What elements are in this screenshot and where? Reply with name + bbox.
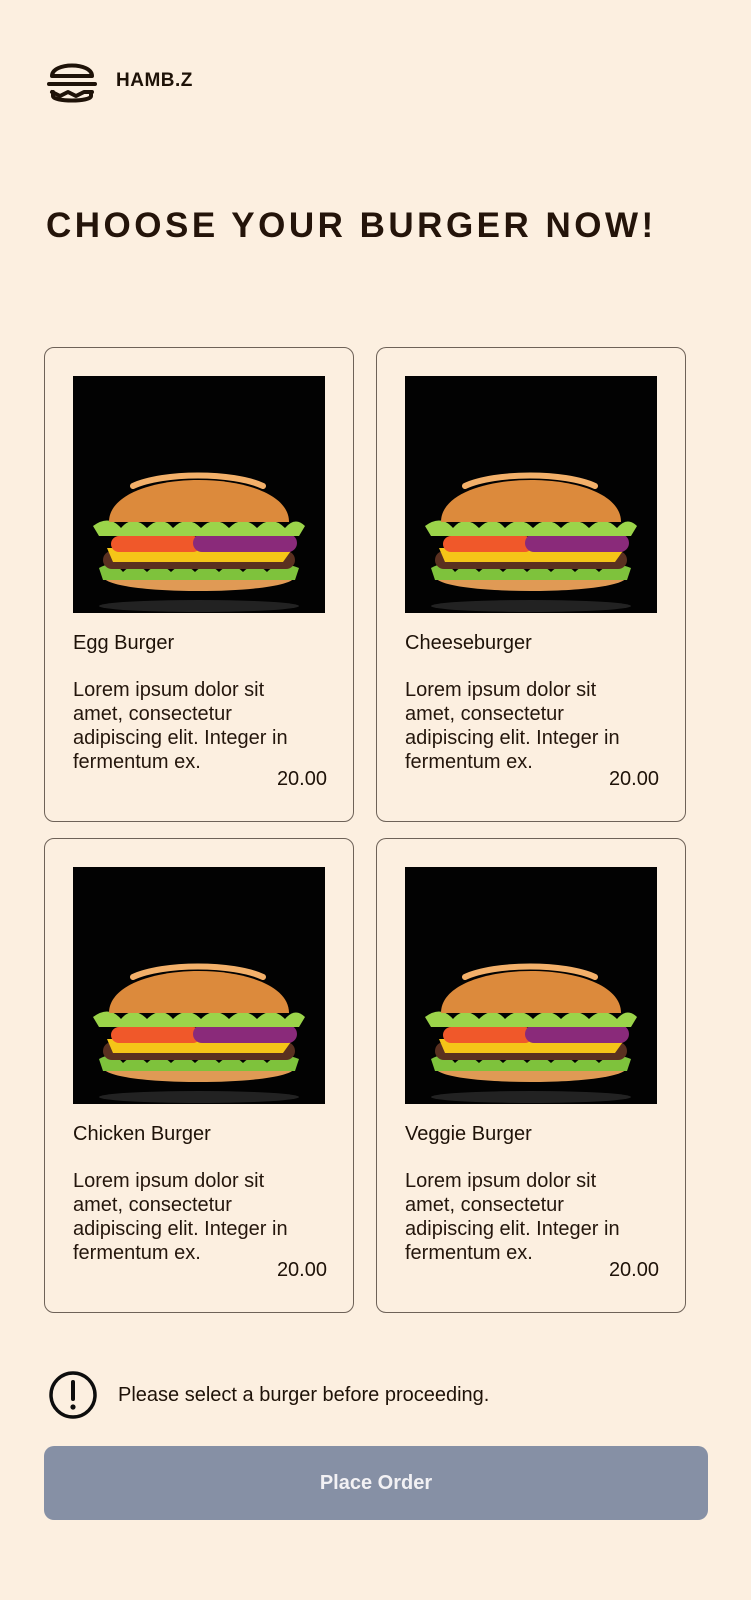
burger-price: 20.00: [608, 1259, 659, 1281]
burger-grid: Egg Burger Lorem ipsum dolor sit amet, c…: [44, 347, 686, 1313]
place-order-button[interactable]: Place Order: [44, 1446, 708, 1520]
burger-card-veggie[interactable]: Veggie Burger Lorem ipsum dolor sit amet…: [376, 838, 686, 1313]
burger-description: Lorem ipsum dolor sit amet, consectetur …: [73, 1170, 288, 1264]
burger-name: Veggie Burger: [405, 1123, 532, 1145]
burger-name: Chicken Burger: [73, 1123, 211, 1145]
notice-text: Please select a burger before proceeding…: [118, 1383, 490, 1406]
burger-name: Cheeseburger: [405, 632, 532, 654]
burger-price: 20.00: [608, 768, 659, 790]
burger-description: Lorem ipsum dolor sit amet, consectetur …: [405, 1170, 620, 1264]
alert-circle-icon: [49, 1371, 97, 1419]
burger-photo: [405, 376, 657, 613]
burger-price: 20.00: [276, 1259, 327, 1281]
burger-card-egg[interactable]: Egg Burger Lorem ipsum dolor sit amet, c…: [44, 347, 354, 822]
burger-description: Lorem ipsum dolor sit amet, consectetur …: [73, 679, 288, 773]
burger-price: 20.00: [276, 768, 327, 790]
burger-photo: [73, 867, 325, 1104]
burger-photo: [73, 376, 325, 613]
app-header: HAMB.Z: [46, 56, 193, 106]
page-title: CHOOSE YOUR BURGER NOW!: [46, 206, 657, 245]
burger-photo: [405, 867, 657, 1104]
burger-description: Lorem ipsum dolor sit amet, consectetur …: [405, 679, 620, 773]
burger-card-chicken[interactable]: Chicken Burger Lorem ipsum dolor sit ame…: [44, 838, 354, 1313]
brand-name: HAMB.Z: [116, 70, 193, 91]
burger-icon: [47, 63, 97, 103]
burger-card-cheese[interactable]: Cheeseburger Lorem ipsum dolor sit amet,…: [376, 347, 686, 822]
burger-name: Egg Burger: [73, 632, 175, 654]
selection-notice: Please select a burger before proceeding…: [48, 1370, 489, 1420]
